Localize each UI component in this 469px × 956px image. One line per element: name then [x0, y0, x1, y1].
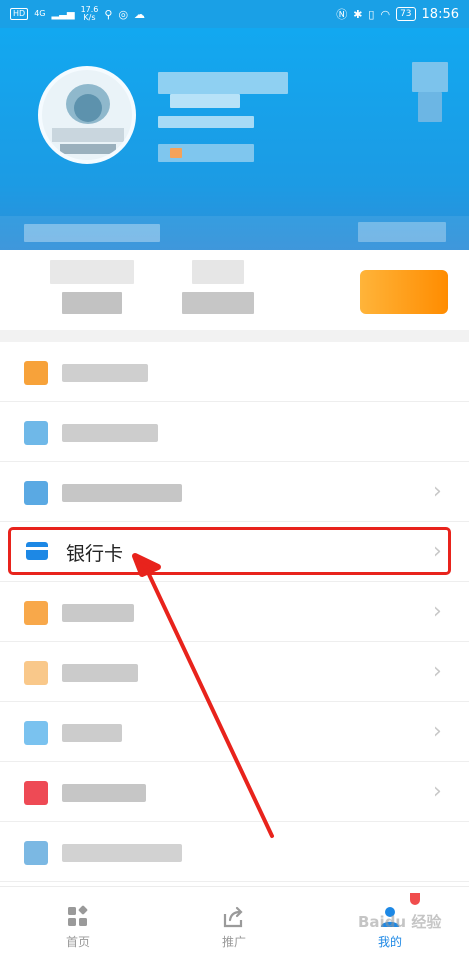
list-item-icon	[24, 601, 48, 625]
network-speed: 17.6 K/s	[80, 5, 99, 22]
chevron-right-icon: ›	[433, 779, 442, 804]
action-button-blurred[interactable]	[360, 270, 448, 314]
list-item-icon	[24, 421, 48, 445]
member-banner-blurred[interactable]	[0, 216, 469, 250]
section-divider	[0, 330, 469, 342]
list-item-label-blurred	[62, 604, 134, 622]
list-item-label-blurred	[62, 844, 182, 862]
list-item[interactable]: ›	[0, 462, 469, 522]
list-item-label-blurred	[62, 484, 182, 502]
home-grid-icon	[68, 905, 88, 926]
list-item[interactable]	[0, 822, 469, 882]
list-item-label-blurred	[62, 784, 146, 802]
chevron-right-icon: ›	[433, 539, 442, 564]
account-info-blurred	[158, 116, 254, 128]
stat-2-label-blurred	[182, 292, 254, 314]
tab-home[interactable]: 首页	[0, 887, 156, 956]
list-item-icon	[24, 781, 48, 805]
nfc-icon: Ⓝ	[336, 8, 348, 21]
bank-card-item[interactable]: 银行卡 ›	[0, 522, 469, 582]
signal-icon: ▂▃▅	[51, 8, 75, 20]
chevron-right-icon: ›	[433, 719, 442, 744]
list-item[interactable]: ›	[0, 582, 469, 642]
list-item-icon	[24, 661, 48, 685]
list-item-label-blurred	[62, 724, 122, 742]
bank-card-icon	[26, 542, 48, 560]
status-bar: HD 4G ▂▃▅ 17.6 K/s ⚲ ◎ ☁ Ⓝ ✱ ▯ ◠ 73 18:5…	[0, 0, 469, 28]
tab-promote[interactable]: 推广	[156, 887, 312, 956]
bottom-nav: 首页 推广 我的 Baidu 经验	[0, 886, 469, 956]
battery-indicator: 73	[396, 7, 416, 21]
list-item-icon	[24, 721, 48, 745]
status-left: HD 4G ▂▃▅ 17.6 K/s ⚲ ◎ ☁	[10, 6, 145, 22]
list-item[interactable]: ›	[0, 702, 469, 762]
stat-1-label-blurred	[62, 292, 122, 314]
network-type: 4G	[34, 9, 46, 18]
app-screen: HD 4G ▂▃▅ 17.6 K/s ⚲ ◎ ☁ Ⓝ ✱ ▯ ◠ 73 18:5…	[0, 0, 469, 956]
stat-1-value-blurred	[50, 260, 134, 284]
status-right: Ⓝ ✱ ▯ ◠ 73 18:56	[336, 6, 459, 22]
tab-home-label: 首页	[65, 935, 90, 949]
list-item-label-blurred	[62, 424, 158, 442]
cloud-icon: ☁	[134, 7, 146, 21]
list-item-label-blurred	[62, 364, 148, 382]
list-item-icon	[24, 841, 48, 865]
stats-card	[0, 250, 469, 330]
chevron-right-icon: ›	[433, 479, 442, 504]
avatar[interactable]	[38, 66, 136, 164]
chevron-right-icon: ›	[433, 659, 442, 684]
list-item-label-blurred	[62, 664, 138, 682]
list-item[interactable]	[0, 342, 469, 402]
settings-icon-blurred[interactable]	[412, 62, 448, 122]
tab-promote-label: 推广	[221, 935, 246, 949]
list-item-icon	[24, 481, 48, 505]
chevron-right-icon: ›	[433, 599, 442, 624]
vibrate-icon: ▯	[368, 7, 375, 21]
share-icon	[223, 906, 243, 928]
list-item[interactable]	[0, 402, 469, 462]
list-item[interactable]: ›	[0, 762, 469, 822]
notification-dot	[410, 893, 420, 905]
watermark: Baidu 经验	[358, 913, 442, 931]
profile-header	[0, 28, 469, 250]
wifi-icon: ◠	[380, 7, 391, 21]
list-item[interactable]: ›	[0, 642, 469, 702]
usb-icon: ⚲	[104, 7, 113, 21]
hd-indicator: HD	[10, 8, 29, 20]
clock: 18:56	[421, 6, 459, 22]
app-notify-icon: ◎	[118, 7, 129, 21]
stat-2-value-blurred	[192, 260, 244, 284]
bluetooth-icon: ✱	[353, 7, 363, 21]
list-item-icon	[24, 361, 48, 385]
bank-card-label: 银行卡	[66, 543, 124, 565]
tab-mine-label: 我的	[377, 935, 402, 949]
username-blurred	[158, 72, 288, 94]
